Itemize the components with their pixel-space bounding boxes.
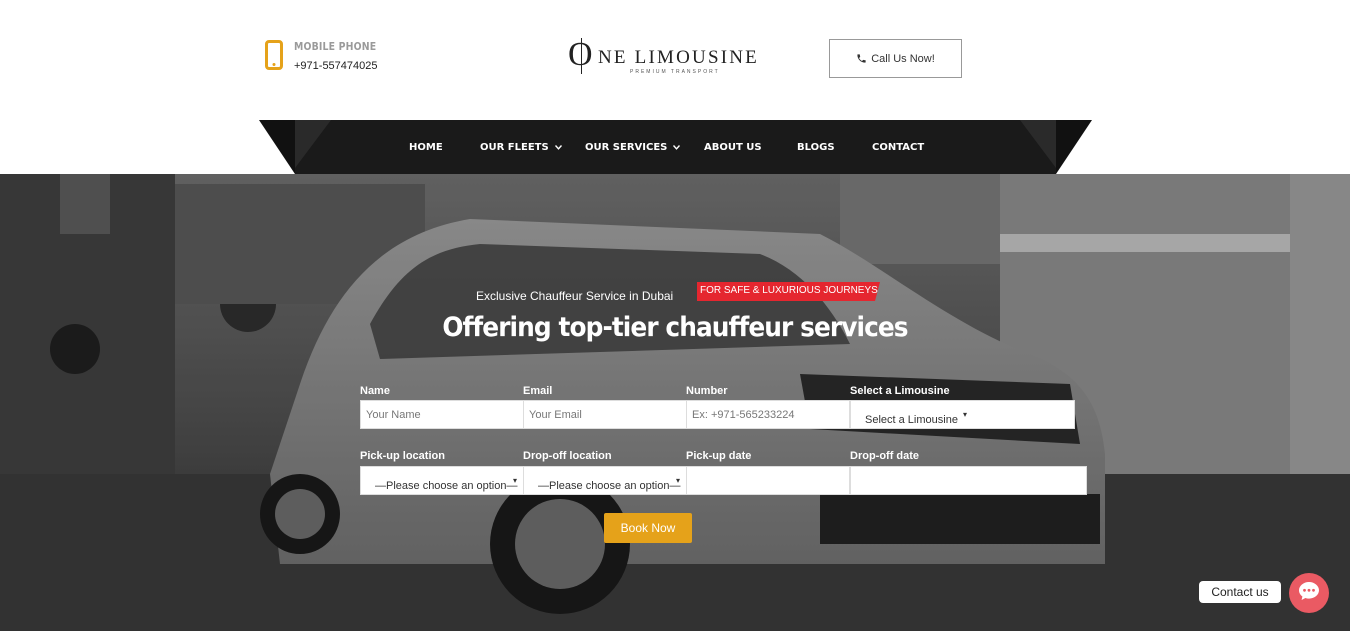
limousine-select-value: Select a Limousine	[865, 414, 958, 426]
nav-home[interactable]: HOME	[409, 120, 443, 174]
pickup-location-label: Pick-up location	[360, 450, 445, 462]
site-header: MOBILE PHONE +971-557474025 O NE LIMOUSI…	[0, 0, 1350, 120]
nav-blogs-label: BLOGS	[797, 141, 835, 153]
dropoff-location-value: —Please choose an option—	[538, 480, 681, 492]
logo-divider	[581, 38, 582, 74]
nav-contact[interactable]: CONTACT	[872, 120, 924, 174]
dropoff-date-label: Drop-off date	[850, 450, 920, 462]
hero-subtitle: Exclusive Chauffeur Service in Dubai	[476, 289, 674, 303]
mobile-phone-icon	[265, 40, 283, 70]
number-input[interactable]: Ex: +971-565233224	[686, 400, 850, 429]
mobile-phone-contact[interactable]: MOBILE PHONE +971-557474025	[265, 40, 391, 72]
name-label: Name	[360, 385, 390, 397]
chat-widget-button[interactable]	[1289, 573, 1329, 613]
pickup-location-value: —Please choose an option—	[375, 480, 518, 492]
book-now-button[interactable]: Book Now	[604, 513, 692, 543]
chevron-down-icon	[554, 144, 562, 150]
nav-our-services-label: OUR SERVICES	[585, 141, 668, 153]
select-caret-icon: ▾	[676, 476, 681, 485]
nav-blogs[interactable]: BLOGS	[797, 120, 835, 174]
select-caret-icon: ▾	[513, 476, 518, 485]
hero-badge: FOR SAFE & LUXURIOUS JOURNEYS	[697, 282, 880, 301]
pickup-date-input[interactable]	[686, 466, 850, 495]
call-us-button[interactable]: Call Us Now!	[829, 39, 962, 78]
nav-contact-label: CONTACT	[872, 141, 925, 153]
phone-handset-icon	[856, 53, 867, 64]
nav-home-label: HOME	[409, 141, 443, 153]
email-label: Email	[523, 385, 553, 397]
call-us-label: Call Us Now!	[871, 52, 935, 65]
chat-bubble-icon	[1298, 581, 1320, 606]
dropoff-location-select[interactable]: —Please choose an option— ▾	[523, 466, 687, 495]
logo-tagline: PREMIUM TRANSPORT	[630, 69, 720, 75]
nav-about-us[interactable]: ABOUT US	[704, 120, 762, 174]
phone-label: MOBILE PHONE	[294, 40, 377, 53]
nav-our-services[interactable]: OUR SERVICES	[585, 120, 681, 174]
phone-number[interactable]: +971-557474025	[294, 60, 391, 72]
hero-badge-text: FOR SAFE & LUXURIOUS JOURNEYS	[700, 285, 878, 296]
hero-headline: Offering top-tier chauffeur services	[442, 312, 908, 343]
dropoff-date-input[interactable]	[850, 466, 1087, 495]
chevron-down-icon	[673, 144, 681, 150]
pickup-location-select[interactable]: —Please choose an option— ▾	[360, 466, 524, 495]
limousine-select[interactable]: Select a Limousine ▾	[850, 400, 1075, 429]
main-navigation: HOME OUR FLEETS OUR SERVICES ABOUT US BL…	[259, 120, 1092, 174]
logo-wordmark: NE LIMOUSINE	[598, 47, 759, 68]
number-label: Number	[686, 385, 728, 397]
site-logo[interactable]: O NE LIMOUSINE PREMIUM TRANSPORT	[568, 36, 770, 78]
limousine-label: Select a Limousine	[850, 385, 950, 397]
select-caret-icon: ▾	[963, 410, 968, 419]
contact-us-tooltip[interactable]: Contact us	[1199, 581, 1281, 603]
dropoff-location-label: Drop-off location	[523, 450, 612, 462]
nav-about-us-label: ABOUT US	[704, 141, 762, 153]
nav-our-fleets[interactable]: OUR FLEETS	[480, 120, 562, 174]
pickup-date-label: Pick-up date	[686, 450, 752, 462]
name-input[interactable]: Your Name	[360, 400, 524, 429]
email-input[interactable]: Your Email	[523, 400, 687, 429]
nav-our-fleets-label: OUR FLEETS	[480, 141, 549, 153]
